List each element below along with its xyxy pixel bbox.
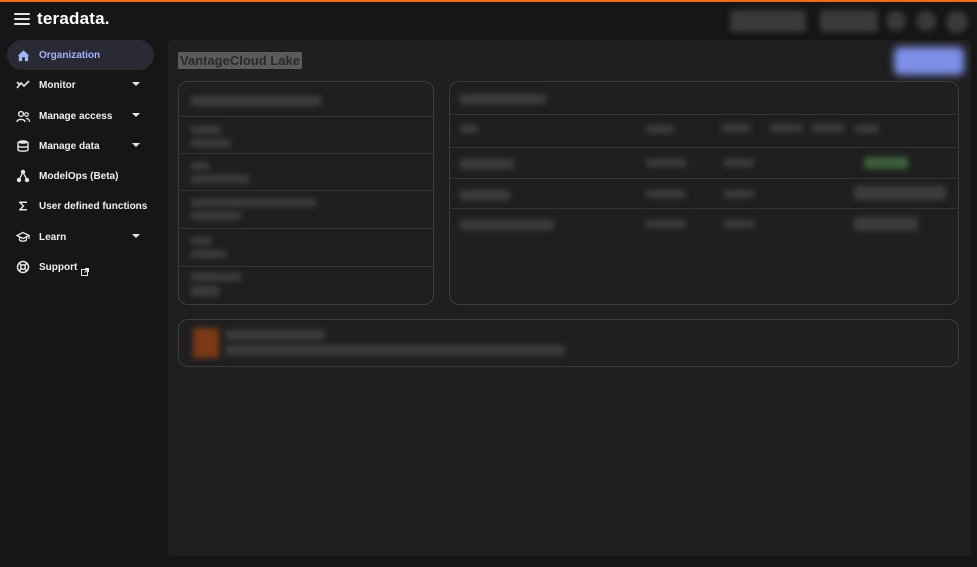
banner-icon-redacted	[193, 328, 219, 358]
table-header-redacted	[812, 124, 844, 132]
sidebar-item-support[interactable]: Support	[7, 252, 154, 282]
status-badge-redacted	[864, 157, 908, 169]
sidebar-item-label: User defined functions	[39, 200, 148, 212]
brand-logo[interactable]: teradata.	[37, 9, 110, 29]
sidebar-item-label: Manage data	[39, 140, 100, 152]
field-redacted	[191, 237, 211, 245]
chevron-down-icon[interactable]	[132, 113, 140, 117]
table-row-redacted[interactable]	[460, 220, 554, 230]
topbar-redacted-icon-2[interactable]	[916, 11, 936, 31]
main-content: VantageCloud Lake	[168, 40, 971, 556]
topbar-redacted-avatar[interactable]	[946, 11, 968, 33]
table-row-redacted[interactable]	[460, 159, 514, 169]
network-icon	[16, 169, 30, 183]
topbar-redacted-icon-1[interactable]	[886, 11, 906, 31]
sidebar-item-label: Organization	[39, 49, 101, 61]
lifebuoy-icon	[16, 260, 30, 274]
table-cell-redacted	[646, 159, 686, 167]
sidebar-item-label: Manage access	[39, 110, 113, 122]
users-icon	[16, 109, 30, 123]
sidebar-item-learn[interactable]: Learn	[7, 222, 154, 252]
top-bar: teradata.	[0, 2, 977, 40]
sidebar-item-user-defined-functions[interactable]: User defined functions	[7, 191, 154, 221]
field-redacted	[191, 162, 209, 170]
sigma-icon	[16, 199, 30, 213]
primary-action-button-redacted[interactable]	[894, 47, 964, 75]
status-badge-redacted	[854, 186, 946, 200]
status-badge-redacted	[854, 217, 918, 231]
banner-text-redacted	[225, 345, 565, 355]
graduation-cap-icon	[16, 230, 30, 244]
sidebar-item-label: ModelOps (Beta)	[39, 170, 119, 182]
field-value-redacted	[191, 139, 231, 147]
environment-details-card	[178, 81, 434, 305]
sidebar-item-modelops[interactable]: ModelOps (Beta)	[7, 161, 154, 191]
sidebar-item-manage-access[interactable]: Manage access	[7, 101, 154, 131]
sidebar-item-label: Support	[39, 261, 78, 273]
database-icon	[16, 139, 30, 153]
chevron-down-icon[interactable]	[132, 143, 140, 147]
sidebar-item-label: Monitor	[39, 79, 76, 91]
table-cell-redacted	[646, 190, 686, 198]
banner-title-redacted	[225, 330, 325, 340]
table-header-redacted	[721, 124, 751, 132]
table-cell-redacted	[724, 220, 754, 228]
sidebar-item-monitor[interactable]: Monitor	[7, 70, 154, 100]
chevron-down-icon[interactable]	[132, 82, 140, 86]
field-value-redacted	[191, 286, 219, 296]
sidebar-item-manage-data[interactable]: Manage data	[7, 131, 154, 161]
field-redacted	[191, 273, 241, 281]
topbar-redacted-2[interactable]	[820, 10, 878, 32]
card-title-redacted	[460, 94, 546, 104]
field-value-redacted	[191, 175, 249, 183]
notice-banner	[178, 319, 959, 367]
field-redacted	[191, 199, 316, 207]
sidebar-item-organization[interactable]: Organization	[7, 40, 154, 70]
field-value-redacted	[191, 250, 226, 258]
field-value-redacted	[191, 212, 241, 220]
external-link-icon	[81, 263, 90, 276]
table-header-redacted	[770, 124, 802, 132]
home-icon	[16, 48, 30, 62]
table-row-redacted[interactable]	[460, 190, 510, 200]
trend-icon	[16, 78, 30, 92]
table-cell-redacted	[724, 159, 754, 167]
card-title-redacted	[191, 96, 321, 106]
table-cell-redacted	[724, 190, 754, 198]
environments-table-card	[449, 81, 959, 305]
sidebar-item-label: Learn	[39, 231, 67, 243]
table-header-redacted	[646, 125, 674, 133]
table-header-redacted	[855, 125, 879, 133]
page-title: VantageCloud Lake	[178, 52, 302, 69]
hamburger-menu-icon[interactable]	[14, 13, 30, 27]
sidebar: Organization Monitor Manage access Manag…	[0, 40, 168, 567]
table-cell-redacted	[646, 220, 686, 228]
topbar-redacted-1[interactable]	[730, 10, 806, 32]
chevron-down-icon[interactable]	[132, 234, 140, 238]
field-redacted	[191, 126, 221, 134]
table-header-redacted	[460, 125, 478, 133]
